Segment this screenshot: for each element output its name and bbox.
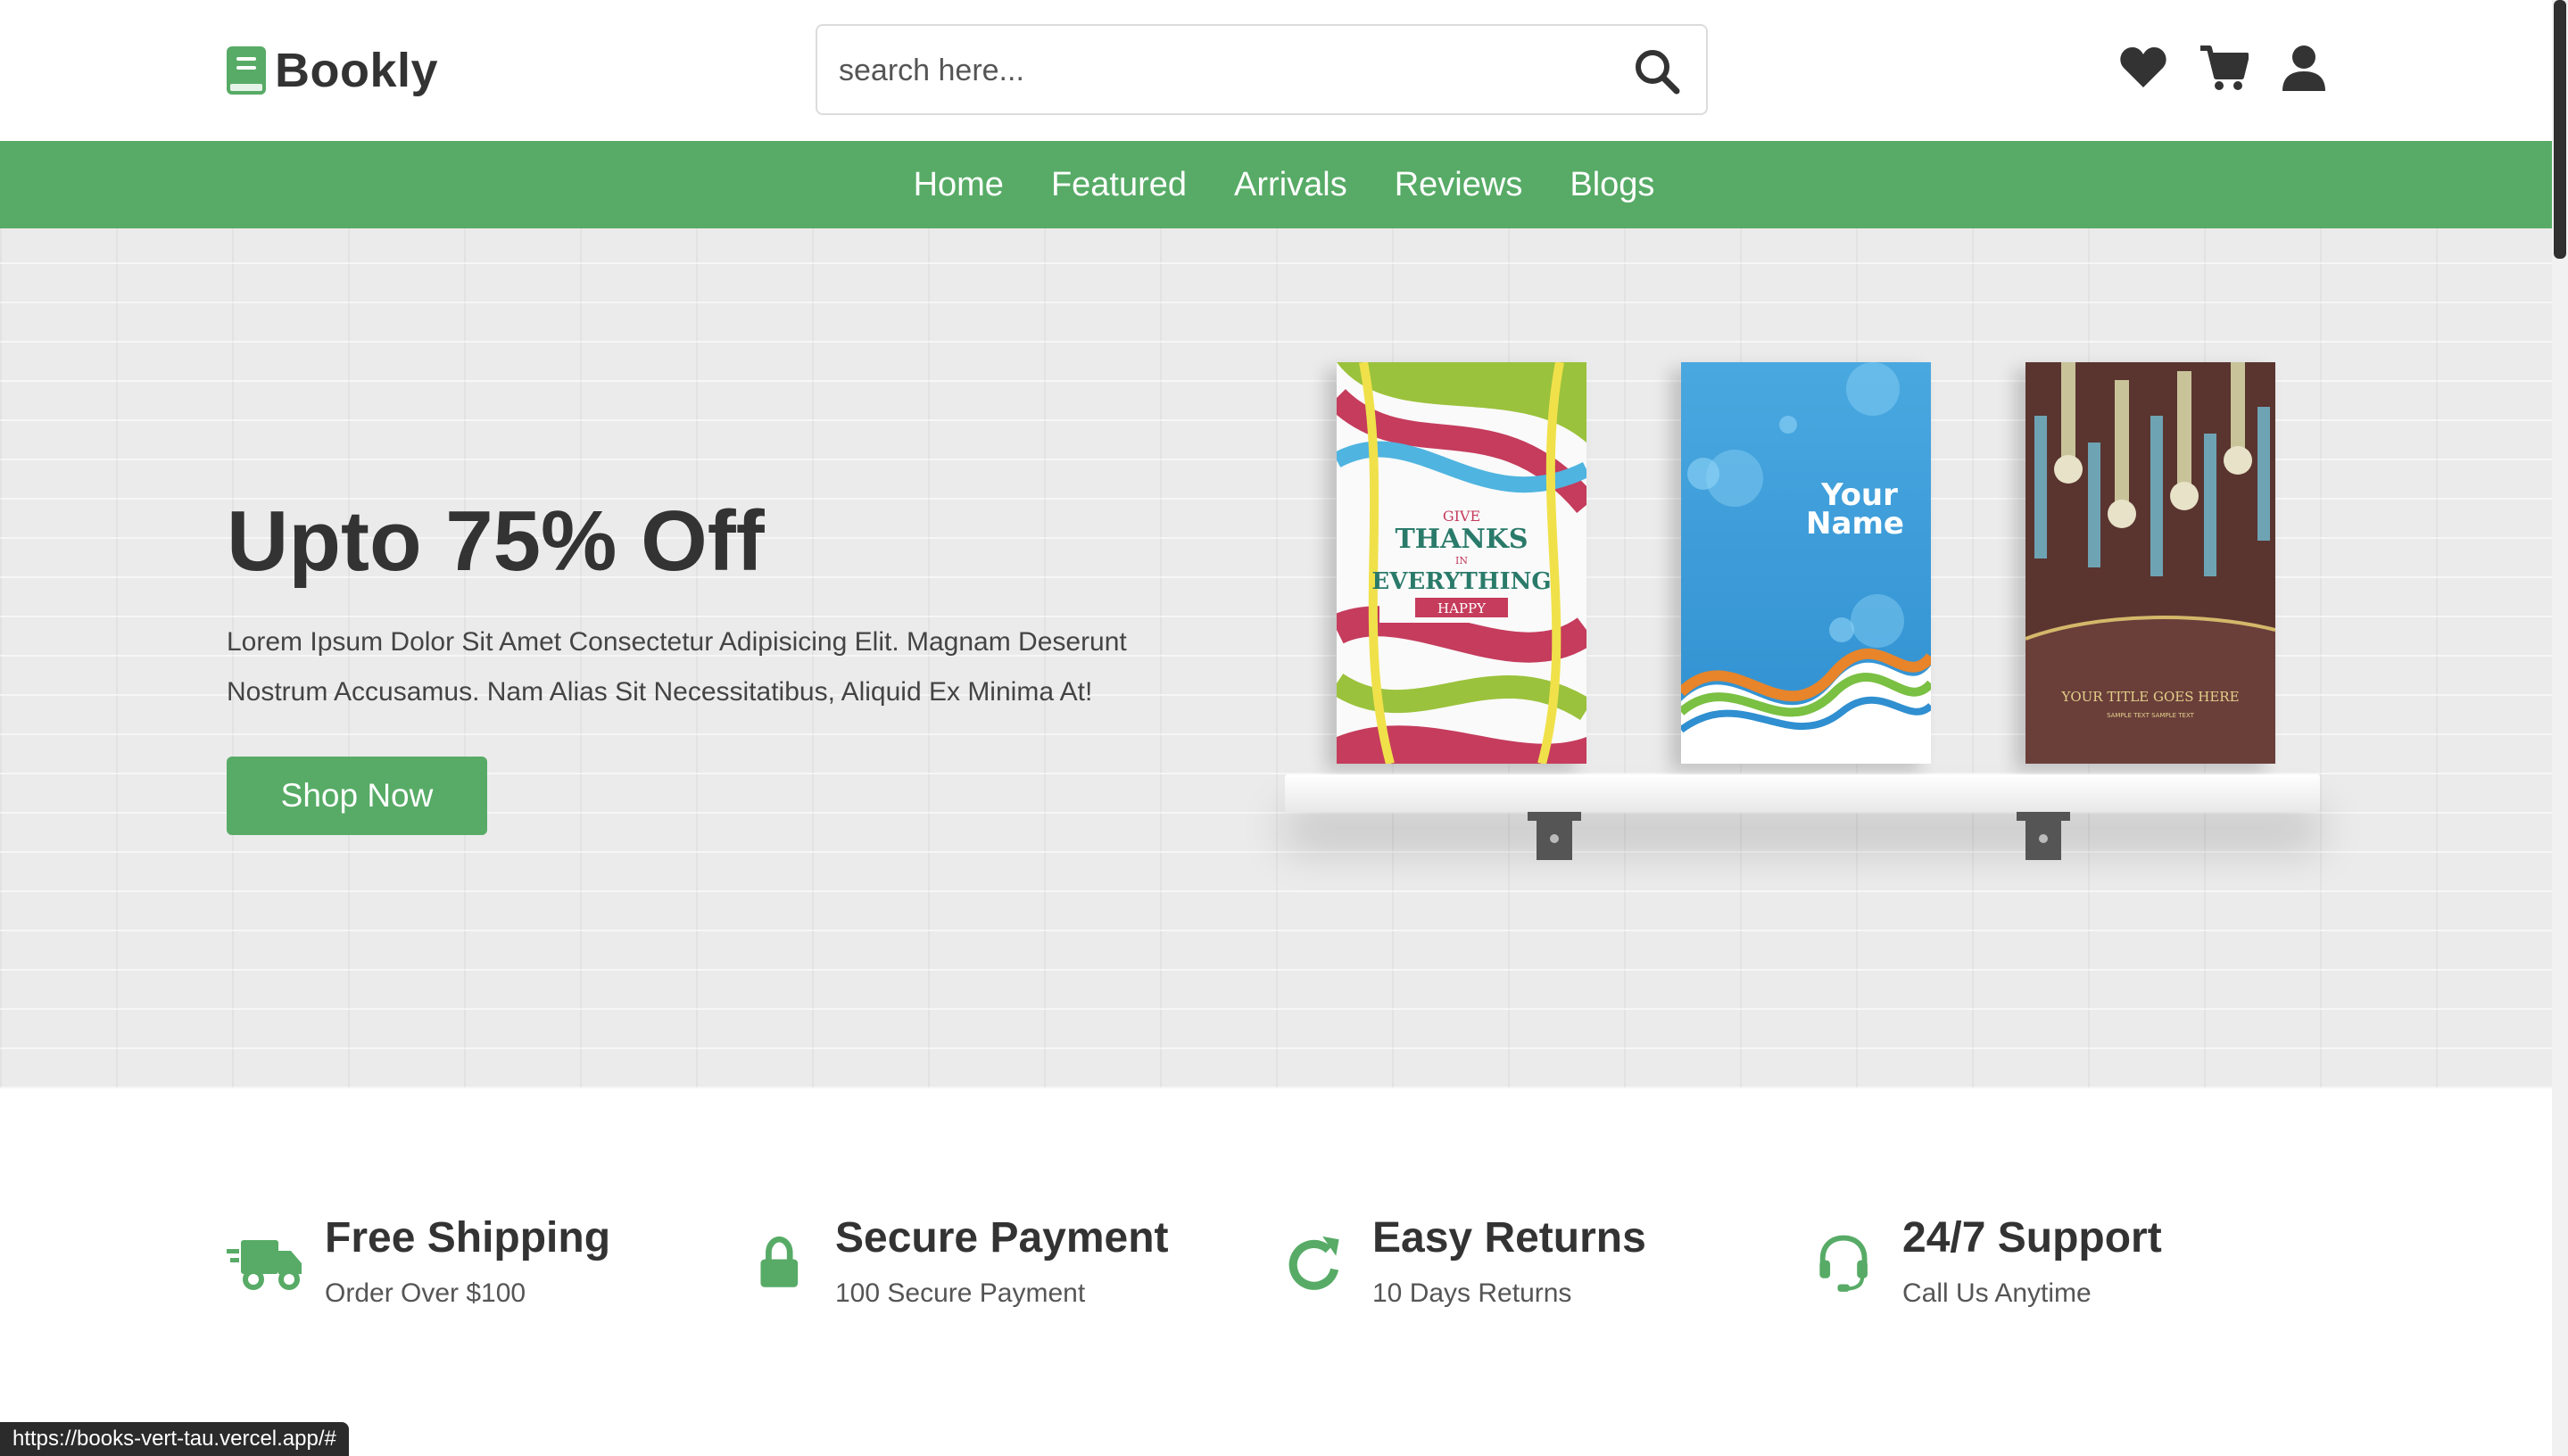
lock-icon [760,1236,799,1287]
feature-easy-returns: Easy Returns 10 Days Returns [1287,1213,1646,1309]
feature-title: 24/7 Support [1902,1214,2162,1262]
book-cover-your-title[interactable]: YOUR TITLE GOES HERE SAMPLE TEXT SAMPLE … [2025,362,2275,764]
redo-icon [1288,1236,1339,1290]
header-icons [2118,43,2329,93]
nav-item-arrivals[interactable]: Arrivals [1234,166,1347,204]
heart-icon[interactable] [2118,43,2168,93]
user-icon[interactable] [2279,43,2329,93]
feature-secure-payment: Secure Payment 100 Secure Payment [757,1213,1169,1309]
header: Bookly [0,0,2552,141]
shelf-board [1285,774,2320,812]
logo-link[interactable]: Bookly [227,43,438,98]
feature-title: Free Shipping [325,1214,611,1262]
feature-support: 24/7 Support Call Us Anytime [1817,1213,2162,1309]
feature-subtitle: Call Us Anytime [1902,1278,2092,1308]
search-icon[interactable] [1633,47,1681,95]
feature-title: Easy Returns [1372,1214,1646,1262]
page-scrollbar-thumb[interactable] [2554,0,2566,259]
search-box [816,24,1708,115]
book-cover-your-name[interactable]: Your Name [1681,362,1931,764]
book3-line2: SAMPLE TEXT SAMPLE TEXT [2107,712,2195,719]
nav-item-blogs[interactable]: Blogs [1570,166,1654,204]
features-section: Free Shipping Order Over $100 Secure Pay… [0,1088,2552,1456]
book-cover-thanks[interactable]: GIVE THANKS IN EVERYTHING HAPPY [1337,362,1586,764]
book1-line2: THANKS [1395,524,1528,555]
book1-line5: HAPPY [1437,600,1487,616]
logo-text: Bookly [275,44,439,97]
feature-free-shipping: Free Shipping Order Over $100 [227,1213,610,1309]
book3-line1: YOUR TITLE GOES HERE [2060,689,2239,705]
book2-line2: Name [1806,506,1904,542]
feature-subtitle: 100 Secure Payment [835,1278,1086,1308]
search-input[interactable] [839,44,1553,97]
cart-icon[interactable] [2199,43,2249,93]
shop-now-button[interactable]: Shop Now [227,757,487,835]
feature-subtitle: Order Over $100 [325,1278,526,1308]
nav-item-home[interactable]: Home [914,166,1004,204]
link-status-url: https://books-vert-tau.vercel.app/# [0,1422,349,1456]
book1-line1: GIVE [1443,508,1480,525]
feature-title: Secure Payment [835,1214,1169,1262]
logo-book-icon [227,46,266,95]
nav-item-reviews[interactable]: Reviews [1395,166,1523,204]
feature-subtitle: 10 Days Returns [1372,1278,1572,1308]
hero-description: Lorem Ipsum Dolor Sit Amet Consectetur A… [227,627,1127,707]
book-shelf: GIVE THANKS IN EVERYTHING HAPPY Your Nam… [1285,362,2320,860]
book1-line4: EVERYTHING [1371,568,1551,595]
hero-section: Upto 75% Off Lorem Ipsum Dolor Sit Amet … [0,228,2552,1088]
shelf-bracket-right [2017,812,2070,860]
main-nav: Home Featured Arrivals Reviews Blogs [0,141,2552,228]
headset-icon [1819,1235,1868,1292]
hero-title: Upto 75% Off [227,493,765,589]
shelf-bracket-left [1528,812,1581,860]
truck-icon [227,1240,302,1290]
nav-item-featured[interactable]: Featured [1051,166,1187,204]
book1-line3: IN [1455,555,1468,567]
